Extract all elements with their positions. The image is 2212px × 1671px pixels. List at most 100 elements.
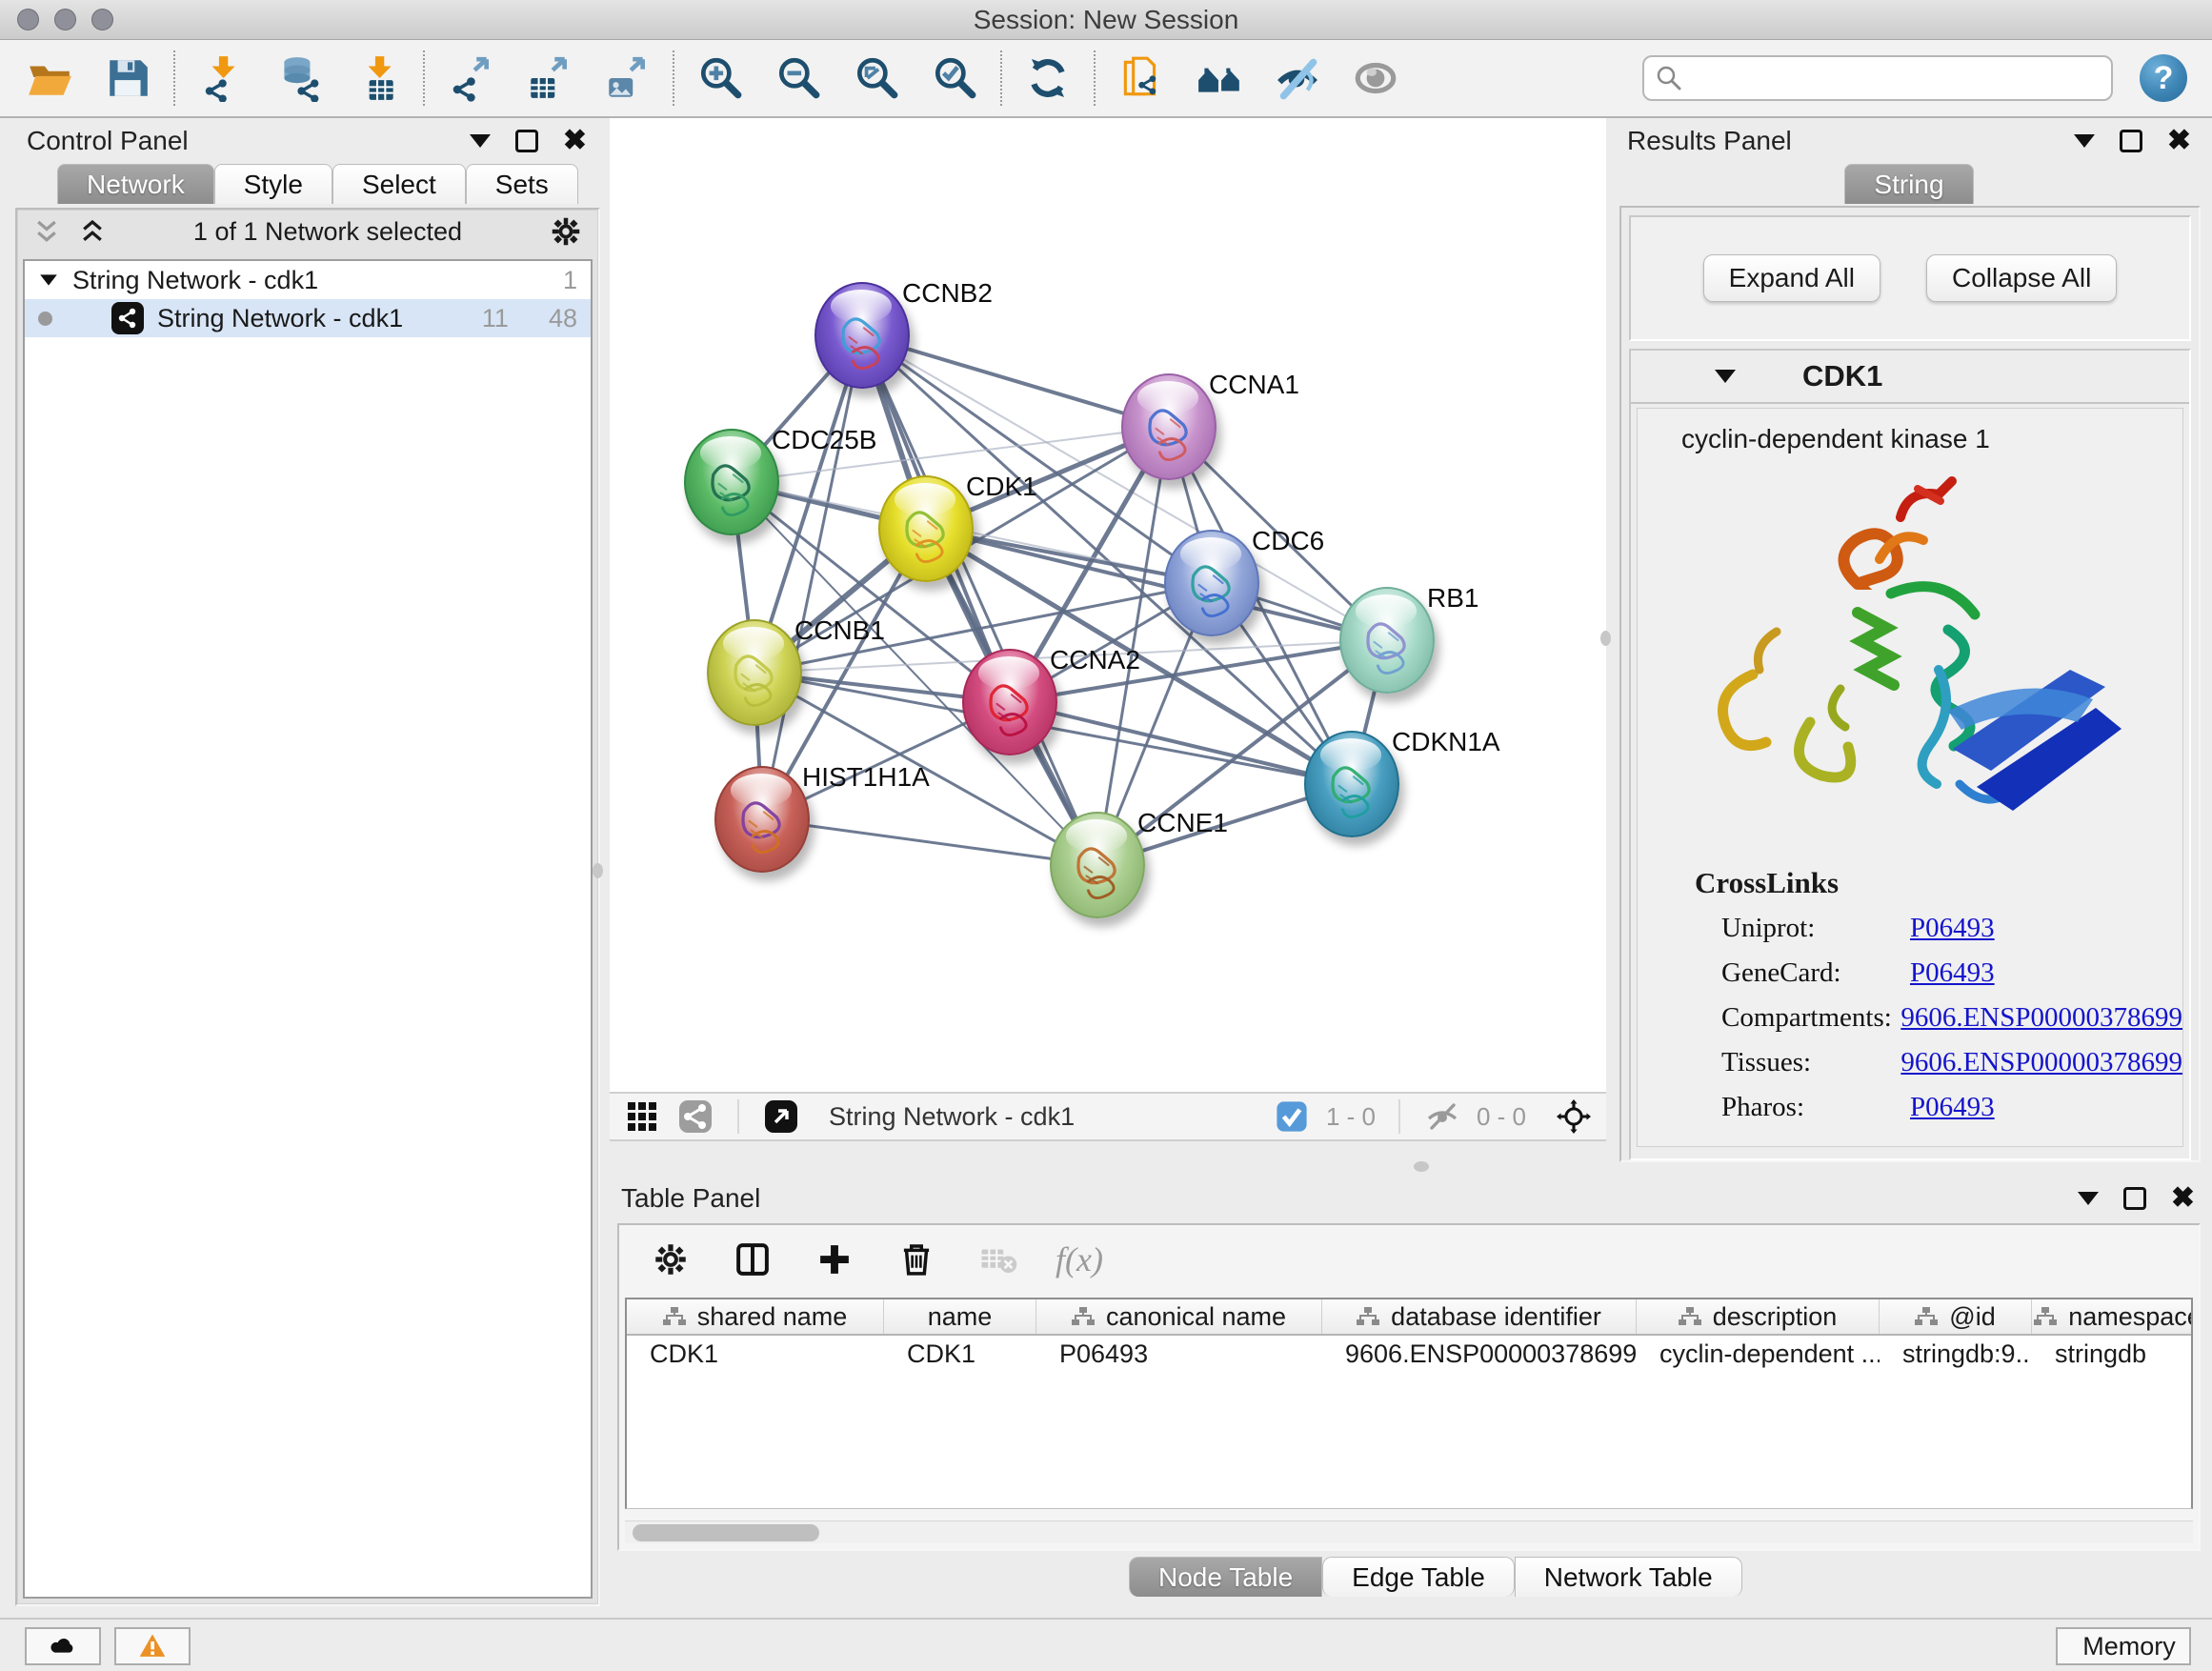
zoom-selected-button[interactable] [930, 53, 979, 103]
vertical-splitter-handle[interactable] [1600, 631, 1611, 646]
protein-node-CCNB2[interactable] [814, 282, 910, 389]
create-column-button[interactable] [810, 1235, 859, 1284]
node-table[interactable]: shared namenamecanonical namedatabase id… [625, 1298, 2193, 1509]
protein-node-CCNE1[interactable] [1050, 812, 1145, 918]
hide-selected-button[interactable] [1273, 53, 1322, 103]
column-header-description[interactable]: description [1637, 1299, 1880, 1334]
crosslink-link[interactable]: 9606.ENSP00000378699 [1900, 1047, 2182, 1078]
network-options-gear-icon[interactable] [549, 214, 583, 249]
fit-selected-crosshair-icon[interactable] [1555, 1097, 1593, 1136]
split-table-button[interactable] [728, 1235, 777, 1284]
tab-style[interactable]: Style [214, 164, 332, 204]
edge-HIST1H1A-CCNE1 [762, 819, 1097, 865]
help-button[interactable]: ? [2140, 54, 2187, 102]
open-session-button[interactable] [25, 53, 74, 103]
table-cell[interactable]: P06493 [1036, 1336, 1322, 1372]
tab-edge-table[interactable]: Edge Table [1322, 1557, 1515, 1597]
tab-node-table[interactable]: Node Table [1129, 1557, 1322, 1597]
horizontal-splitter-handle[interactable] [1414, 1161, 1429, 1172]
table-cell[interactable]: 9606.ENSP00000378699 [1322, 1336, 1637, 1372]
column-header-name[interactable]: name [884, 1299, 1036, 1334]
warnings-button[interactable] [114, 1627, 191, 1665]
protein-node-CDC25B[interactable] [684, 429, 779, 535]
import-table-button[interactable] [352, 53, 402, 103]
show-hidden-button[interactable] [1351, 53, 1400, 103]
column-header-namespace[interactable]: namespace [2032, 1299, 2193, 1334]
close-panel-button[interactable]: ✖ [2167, 130, 2191, 152]
selected-checkbox-icon[interactable] [1273, 1097, 1311, 1136]
protein-node-CDKN1A[interactable] [1304, 731, 1399, 837]
column-header-canonicalname[interactable]: canonical name [1036, 1299, 1322, 1334]
network-overview-button[interactable] [676, 1097, 714, 1136]
column-header-sharedname[interactable]: shared name [627, 1299, 884, 1334]
protein-node-HIST1H1A[interactable] [714, 766, 810, 873]
protein-node-RB1[interactable] [1339, 587, 1435, 694]
protein-node-CCNA1[interactable] [1121, 373, 1217, 480]
import-database-button[interactable] [274, 53, 324, 103]
table-options-button[interactable] [646, 1235, 695, 1284]
node-label-CDKN1A: CDKN1A [1392, 727, 1500, 757]
cloud-button[interactable] [25, 1627, 101, 1665]
network-row[interactable]: String Network - cdk1 11 48 [25, 299, 591, 337]
left-splitter-handle[interactable] [593, 863, 603, 878]
protein-node-CDK1[interactable] [878, 475, 974, 582]
protein-node-CDC6[interactable] [1164, 530, 1259, 636]
horizontal-scrollbar[interactable] [625, 1520, 2193, 1543]
table-cell[interactable]: stringdb:9... [1880, 1336, 2032, 1372]
collapse-all-button[interactable]: Collapse All [1926, 254, 2117, 302]
export-network-button[interactable] [446, 53, 495, 103]
network-view-canvas[interactable]: CCNB2 CCNA1 CDC25B CDK1 CDC6 RB1 CCNB1 C… [610, 118, 1606, 1092]
search-input[interactable] [1692, 64, 2100, 93]
expand-all-button[interactable]: Expand All [1703, 254, 1880, 302]
float-panel-button[interactable] [515, 130, 538, 152]
crosslink-link[interactable]: 9606.ENSP00000378699 [1900, 1002, 2182, 1034]
close-panel-button[interactable]: ✖ [563, 130, 587, 152]
table-cell[interactable]: stringdb [2032, 1336, 2193, 1372]
table-cell[interactable]: cyclin-dependent ... [1637, 1336, 1880, 1372]
home-button[interactable] [1195, 53, 1244, 103]
delete-column-button[interactable] [892, 1235, 941, 1284]
collapse-all-icon[interactable] [32, 217, 61, 246]
export-table-button[interactable] [524, 53, 573, 103]
refresh-view-button[interactable] [1023, 53, 1073, 103]
hidden-eye-icon[interactable] [1423, 1097, 1461, 1136]
protein-node-CCNB1[interactable] [707, 619, 802, 726]
float-panel-button[interactable] [2123, 1187, 2146, 1210]
protein-node-CCNA2[interactable] [962, 649, 1057, 755]
zoom-out-button[interactable] [774, 53, 823, 103]
tab-network[interactable]: Network [57, 164, 214, 204]
expand-all-icon[interactable] [78, 217, 107, 246]
table-row[interactable]: CDK1CDK1P064939606.ENSP00000378699cyclin… [627, 1336, 2191, 1372]
detach-view-button[interactable] [762, 1097, 800, 1136]
birdseye-view-button[interactable] [623, 1097, 661, 1136]
search-box[interactable] [1642, 55, 2113, 101]
scrollbar-thumb[interactable] [633, 1524, 819, 1541]
share-session-file-button[interactable] [1116, 53, 1166, 103]
table-cell[interactable]: CDK1 [627, 1336, 884, 1372]
float-panel-button[interactable] [2120, 130, 2142, 152]
column-header-databaseidentifier[interactable]: database identifier [1322, 1299, 1637, 1334]
tab-string[interactable]: String [1844, 164, 1973, 204]
zoom-in-button[interactable] [695, 53, 745, 103]
panel-menu-icon[interactable] [2078, 1192, 2099, 1205]
crosslink-link[interactable]: P06493 [1910, 957, 1995, 989]
tree-expander-icon[interactable] [40, 274, 57, 285]
network-collection-row[interactable]: String Network - cdk1 1 [25, 261, 591, 299]
memory-button[interactable]: Memory [2056, 1627, 2191, 1665]
export-image-button[interactable] [602, 53, 652, 103]
crosslink-link[interactable]: P06493 [1910, 913, 1995, 944]
crosslink-link[interactable]: P06493 [1910, 1092, 1995, 1123]
column-header-id[interactable]: @id [1880, 1299, 2032, 1334]
tab-network-table[interactable]: Network Table [1515, 1557, 1742, 1597]
close-panel-button[interactable]: ✖ [2171, 1187, 2195, 1210]
zoom-fit-button[interactable] [852, 53, 901, 103]
protein-entry-header[interactable]: CDK1 [1631, 351, 2189, 404]
table-cell[interactable]: CDK1 [884, 1336, 1036, 1372]
tab-select[interactable]: Select [332, 164, 466, 204]
tab-sets[interactable]: Sets [466, 164, 578, 204]
panel-menu-icon[interactable] [470, 134, 491, 148]
import-network-button[interactable] [196, 53, 246, 103]
panel-menu-icon[interactable] [2074, 134, 2095, 148]
entry-expander-icon[interactable] [1715, 370, 1736, 383]
save-session-button[interactable] [103, 53, 152, 103]
